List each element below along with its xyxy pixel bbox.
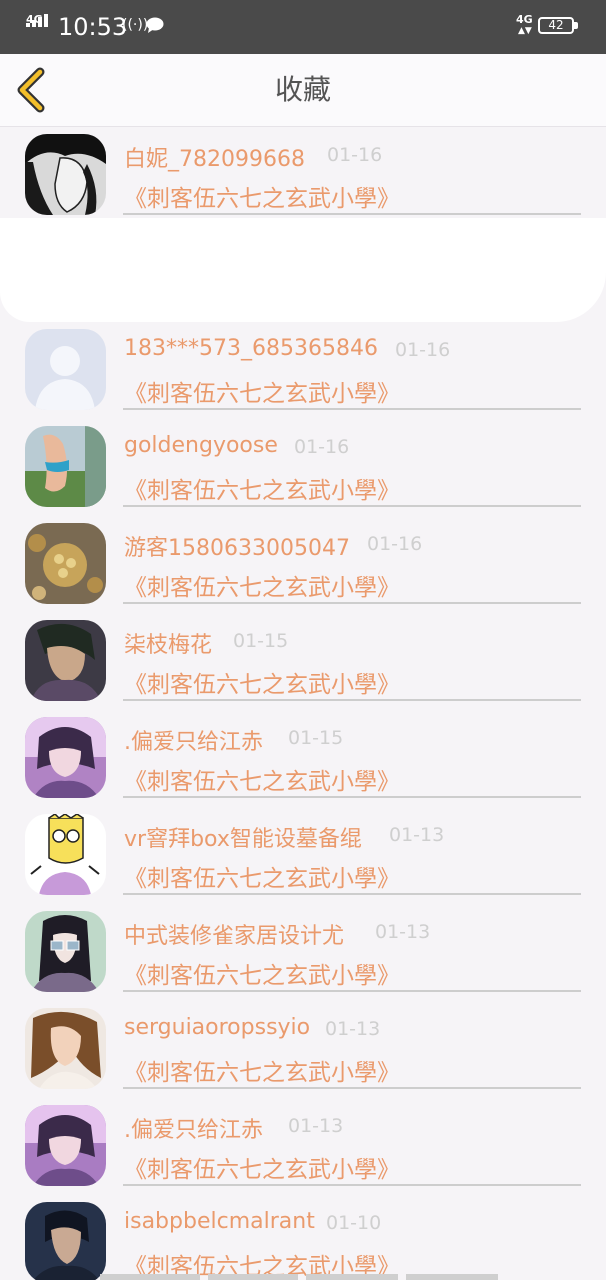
avatar xyxy=(25,426,106,507)
item-name: vr窨拜box智能设墓备绲 xyxy=(124,827,362,852)
item-name: 白妮_782099668 xyxy=(124,147,305,172)
avatar xyxy=(25,523,106,604)
list-item[interactable]: vr窨拜box智能设墓备绲 01-13 《刺客伍六七之玄武小學》 xyxy=(0,807,606,904)
avatar xyxy=(25,1105,106,1186)
item-date: 01-13 xyxy=(325,1018,381,1040)
nav-bar: 收藏 xyxy=(0,54,606,127)
list-item[interactable]: 游客1580633005047 01-16 《刺客伍六七之玄武小學》 xyxy=(0,516,606,613)
hotspot-icon: ((·)) xyxy=(122,17,149,33)
divider xyxy=(123,699,581,701)
item-date: 01-13 xyxy=(288,1115,344,1137)
item-date: 01-16 xyxy=(395,339,451,361)
list-item[interactable]: 柒枝梅花 01-15 《刺客伍六七之玄武小學》 xyxy=(0,613,606,710)
avatar xyxy=(25,814,106,895)
item-name: serguiaoropssyio xyxy=(124,1015,311,1040)
battery-level: 42 xyxy=(548,18,564,32)
item-title: 《刺客伍六七之玄武小學》 xyxy=(124,478,400,504)
item-title: 《刺客伍六七之玄武小學》 xyxy=(124,1157,400,1183)
divider xyxy=(123,408,581,410)
item-name: 游客1580633005047 xyxy=(124,536,350,561)
item-name: 183***573_685365846 xyxy=(124,336,378,361)
avatar xyxy=(25,911,106,992)
bottom-toolbar-edge xyxy=(100,1274,498,1280)
divider xyxy=(123,1184,581,1186)
divider xyxy=(123,990,581,992)
avatar xyxy=(25,134,106,215)
item-date: 01-16 xyxy=(294,436,350,458)
item-title: 《刺客伍六七之玄武小學》 xyxy=(124,575,400,601)
battery-nub xyxy=(574,22,578,29)
status-time: 10:53 xyxy=(58,13,128,41)
list-item[interactable]: 中式装修雀家居设计尤 01-13 《刺客伍六七之玄武小學》 xyxy=(0,904,606,1001)
item-date: 01-15 xyxy=(233,630,289,652)
item-title: 《刺客伍六七之玄武小學》 xyxy=(124,381,400,407)
item-title: 《刺客伍六七之玄武小學》 xyxy=(124,672,400,698)
item-date: 01-16 xyxy=(327,144,383,166)
item-name: isabpbelcmalrant xyxy=(124,1209,315,1234)
list-item[interactable]: serguiaoropssyio 01-13 《刺客伍六七之玄武小學》 xyxy=(0,1001,606,1098)
item-name: goldengyoose xyxy=(124,433,278,458)
avatar xyxy=(25,329,106,410)
avatar xyxy=(25,717,106,798)
data-arrows-icon: ▲▼ xyxy=(518,26,532,36)
item-date: 01-13 xyxy=(389,824,445,846)
list-item[interactable]: isabpbelcmalrant 01-10 《刺客伍六七之玄武小學》 xyxy=(0,1195,606,1280)
item-date: 01-16 xyxy=(367,533,423,555)
item-name: .偏爱只给江赤 xyxy=(124,730,263,755)
list-item[interactable]: .偏爱只给江赤 01-13 《刺客伍六七之玄武小學》 xyxy=(0,1098,606,1195)
divider xyxy=(123,796,581,798)
signal-icon: 4G xyxy=(26,14,52,38)
list-item[interactable]: 183***573_685365846 01-16 《刺客伍六七之玄武小學》 xyxy=(0,322,606,419)
item-name: 中式装修雀家居设计尤 xyxy=(124,924,345,949)
list-item[interactable]: goldengyoose 01-16 《刺客伍六七之玄武小學》 xyxy=(0,419,606,516)
list-item[interactable]: 白妮_782099668 01-16 《刺客伍六七之玄武小學》 xyxy=(0,127,606,224)
divider xyxy=(123,213,581,215)
list-item[interactable]: .偏爱只给江赤 01-15 《刺客伍六七之玄武小學》 xyxy=(0,710,606,807)
page-title: 收藏 xyxy=(274,73,331,106)
item-title: 《刺客伍六七之玄武小學》 xyxy=(124,1060,400,1086)
battery-icon: 42 xyxy=(538,17,574,34)
item-title: 《刺客伍六七之玄武小學》 xyxy=(124,866,400,892)
item-date: 01-10 xyxy=(326,1212,382,1234)
redaction-overlay xyxy=(0,218,606,322)
item-title: 《刺客伍六七之玄武小學》 xyxy=(124,769,400,795)
divider xyxy=(123,602,581,604)
network-type-right: 4G xyxy=(516,13,533,26)
divider xyxy=(123,1087,581,1089)
divider xyxy=(123,505,581,507)
avatar xyxy=(25,1202,106,1280)
item-title: 《刺客伍六七之玄武小學》 xyxy=(124,963,400,989)
item-title: 《刺客伍六七之玄武小學》 xyxy=(124,186,400,212)
avatar xyxy=(25,1008,106,1089)
item-date: 01-13 xyxy=(375,921,431,943)
item-name: 柒枝梅花 xyxy=(124,633,213,658)
item-date: 01-15 xyxy=(288,727,344,749)
divider xyxy=(123,893,581,895)
message-icon xyxy=(146,17,164,33)
status-bar: 4G 10:53 ((·)) 4G ▲▼ 42 xyxy=(0,0,606,54)
item-name: .偏爱只给江赤 xyxy=(124,1118,263,1143)
avatar xyxy=(25,620,106,701)
